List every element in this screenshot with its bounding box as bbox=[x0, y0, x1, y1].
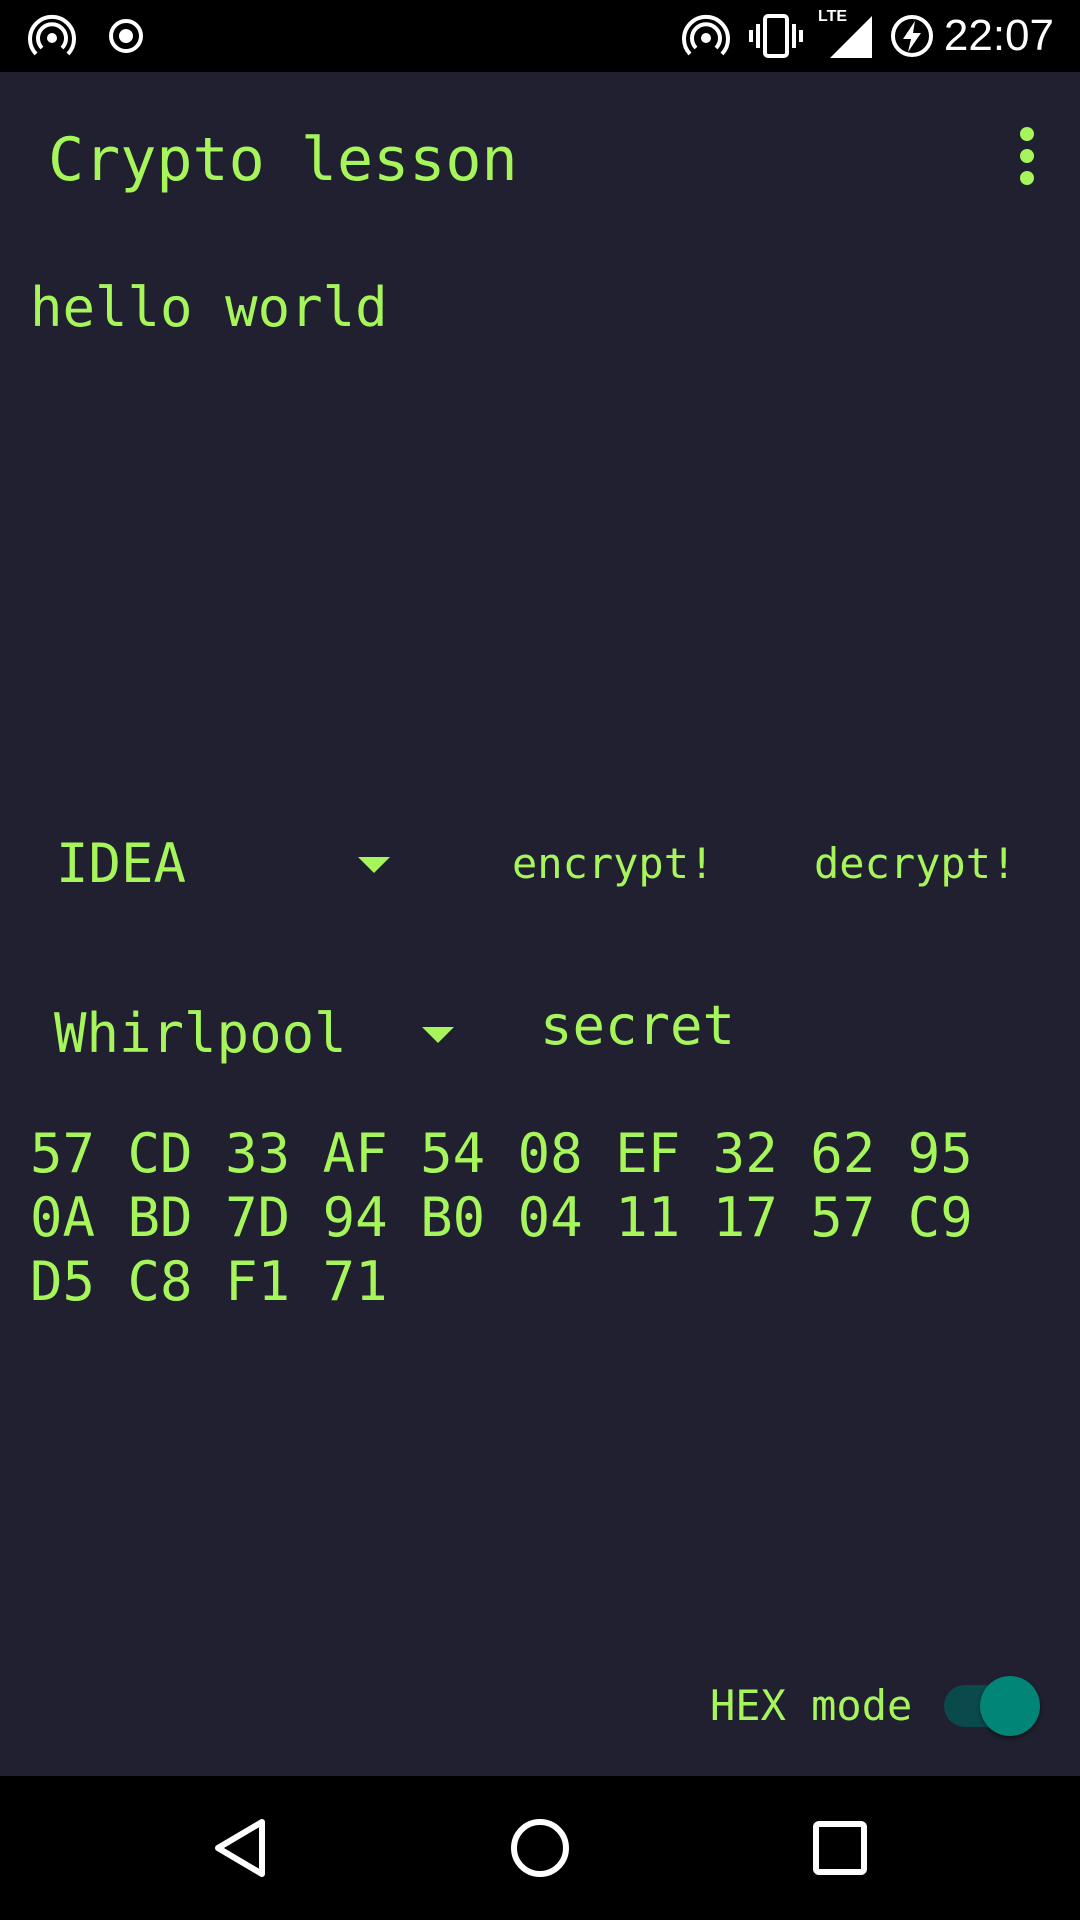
back-button[interactable] bbox=[190, 1798, 290, 1898]
home-icon bbox=[511, 1819, 569, 1877]
hex-mode-switch[interactable] bbox=[940, 1676, 1044, 1736]
more-vert-icon bbox=[1020, 127, 1034, 185]
vibrate-icon bbox=[749, 14, 803, 58]
decrypt-button[interactable]: decrypt! bbox=[814, 836, 1016, 892]
switch-thumb bbox=[980, 1676, 1040, 1736]
cipher-spinner[interactable]: IDEA bbox=[40, 820, 410, 910]
hex-mode-label: HEX mode bbox=[710, 1681, 913, 1730]
hash-output: 57 CD 33 AF 54 08 EF 32 62 95 0A BD 7D 9… bbox=[30, 1122, 973, 1313]
lte-signal-icon: LTE bbox=[818, 8, 874, 60]
plaintext-input[interactable]: hello world bbox=[30, 270, 1050, 770]
navigation-bar bbox=[0, 1776, 1080, 1920]
overflow-menu-button[interactable] bbox=[994, 116, 1060, 204]
hash-spinner[interactable]: Whirlpool bbox=[40, 990, 470, 1080]
cipher-selected-label: IDEA bbox=[56, 832, 187, 895]
hash-selected-label: Whirlpool bbox=[54, 1002, 347, 1065]
dropdown-arrow-icon bbox=[358, 857, 390, 873]
recents-button[interactable] bbox=[790, 1798, 890, 1898]
home-button[interactable] bbox=[490, 1798, 590, 1898]
recents-icon bbox=[813, 1821, 867, 1875]
record-icon bbox=[109, 19, 143, 53]
status-time: 22:07 bbox=[943, 11, 1054, 60]
network-type-label: LTE bbox=[818, 8, 848, 25]
hotspot-icon bbox=[682, 14, 730, 56]
battery-charging-icon bbox=[891, 15, 933, 57]
app-title: Crypto lesson bbox=[48, 125, 518, 195]
hotspot-icon bbox=[28, 14, 76, 56]
app-bar: Crypto lesson bbox=[0, 72, 1080, 242]
encrypt-button[interactable]: encrypt! bbox=[512, 836, 714, 892]
status-bar: LTE 22:07 bbox=[0, 0, 1080, 72]
dropdown-arrow-icon bbox=[422, 1027, 454, 1043]
back-icon bbox=[215, 1819, 265, 1877]
key-input[interactable]: secret bbox=[540, 994, 735, 1058]
